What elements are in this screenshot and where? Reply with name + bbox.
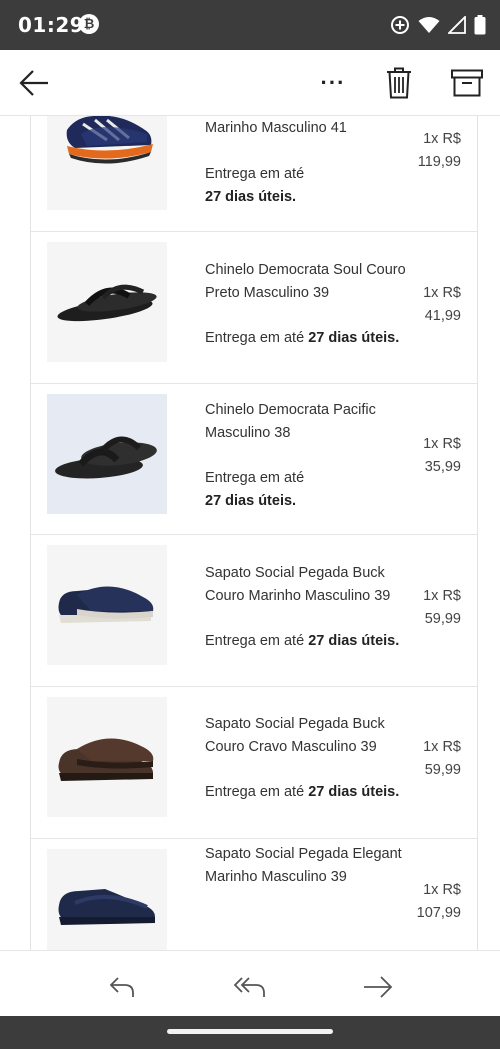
bottom-action-bar	[0, 950, 500, 1016]
delivery-days: 27 dias úteis.	[308, 784, 400, 800]
product-price: 1x R$ 119,99	[401, 128, 461, 174]
delivery-info: Entrega em até 27 dias úteis.	[205, 163, 315, 209]
product-image	[47, 849, 167, 950]
product-price: 1x R$ 59,99	[401, 585, 461, 631]
order-item: Sapato Social Pegada Elegant Marinho Mas…	[31, 839, 477, 950]
product-image	[47, 242, 167, 362]
order-item: Sapato Social Pegada Buck Couro Marinho …	[31, 535, 477, 687]
more-icon: ···	[320, 70, 346, 95]
forward-icon	[364, 976, 393, 998]
delivery-prefix: Entrega em até	[205, 470, 305, 486]
quantity-label: 1x R$	[423, 285, 461, 301]
status-bar: 01:29 ₿	[0, 0, 500, 50]
product-image	[47, 697, 167, 817]
delivery-days: 27 dias úteis.	[308, 633, 400, 649]
delivery-prefix: Entrega em até	[205, 166, 305, 182]
quantity-label: 1x R$	[423, 588, 461, 604]
product-name: Chinelo Democrata Pacific Masculino 38	[205, 402, 376, 441]
price-value: 59,99	[424, 762, 461, 778]
product-price: 1x R$ 59,99	[401, 736, 461, 782]
delivery-days: 27 dias úteis.	[308, 330, 400, 346]
add-circle-icon	[391, 16, 409, 34]
more-button[interactable]: ···	[308, 50, 358, 116]
delivery-prefix: Entrega em até	[205, 784, 305, 800]
signal-icon	[448, 16, 466, 34]
black-sandal-image	[47, 242, 167, 362]
app-bar: ···	[0, 50, 500, 116]
delivery-info: Entrega em até 27 dias úteis.	[205, 781, 420, 804]
delete-button[interactable]	[376, 50, 422, 116]
email-content[interactable]: Marinho Masculino 41 1x R$ 119,99 Entreg…	[0, 116, 500, 950]
product-name: Sapato Social Pegada Buck Couro Marinho …	[205, 565, 391, 604]
delivery-info: Entrega em até 27 dias úteis.	[205, 630, 420, 653]
crypto-badge-icon: ₿	[79, 14, 99, 34]
product-image	[47, 116, 167, 210]
running-shoe-image	[47, 116, 167, 210]
order-item: Marinho Masculino 41 1x R$ 119,99 Entreg…	[31, 116, 477, 232]
product-price: 1x R$ 107,99	[401, 879, 461, 925]
price-value: 107,99	[416, 905, 461, 921]
product-name: Marinho Masculino 41	[205, 120, 347, 136]
price-value: 35,99	[424, 459, 461, 475]
price-value: 59,99	[424, 611, 461, 627]
quantity-label: 1x R$	[423, 739, 461, 755]
status-time: 01:29	[18, 13, 85, 37]
product-price: 1x R$ 35,99	[401, 433, 461, 479]
quantity-label: 1x R$	[423, 436, 461, 452]
trash-icon	[387, 67, 411, 99]
reply-all-button[interactable]	[230, 967, 270, 1007]
back-arrow-icon	[19, 70, 48, 96]
product-image	[47, 394, 167, 514]
order-item: Chinelo Democrata Soul Couro Preto Mascu…	[31, 232, 477, 384]
wifi-icon	[418, 17, 440, 33]
delivery-days: 27 dias úteis.	[205, 493, 297, 509]
price-value: 119,99	[417, 154, 461, 170]
reply-button[interactable]	[102, 967, 142, 1007]
quantity-label: 1x R$	[423, 131, 461, 147]
product-price: 1x R$ 41,99	[401, 282, 461, 328]
product-name: Sapato Social Pegada Elegant Marinho Mas…	[205, 846, 402, 885]
dark-sandal-image	[47, 394, 167, 514]
product-name: Chinelo Democrata Soul Couro Preto Mascu…	[205, 262, 406, 301]
navy-derby-image	[47, 545, 167, 665]
delivery-prefix: Entrega em até	[205, 633, 305, 649]
quantity-label: 1x R$	[423, 882, 461, 898]
delivery-info: Entrega em até 27 dias úteis.	[205, 467, 315, 513]
brown-derby-image	[47, 697, 167, 817]
order-item: Chinelo Democrata Pacific Masculino 38 1…	[31, 384, 477, 535]
delivery-prefix: Entrega em até	[205, 330, 305, 346]
delivery-days: 27 dias úteis.	[205, 189, 297, 205]
delivery-info: Entrega em até 27 dias úteis.	[205, 327, 420, 350]
order-item: Sapato Social Pegada Buck Couro Cravo Ma…	[31, 687, 477, 839]
archive-icon	[451, 69, 483, 97]
reply-icon	[109, 977, 134, 997]
order-items-list: Marinho Masculino 41 1x R$ 119,99 Entreg…	[30, 116, 478, 950]
status-icons	[390, 14, 486, 36]
product-name: Sapato Social Pegada Buck Couro Cravo Ma…	[205, 716, 385, 755]
navy-loafer-image	[47, 849, 167, 950]
forward-button[interactable]	[358, 967, 398, 1007]
product-image	[47, 545, 167, 665]
back-button[interactable]	[10, 50, 58, 116]
home-gesture-handle[interactable]	[167, 1029, 333, 1034]
price-value: 41,99	[424, 308, 461, 324]
reply-all-icon	[234, 977, 265, 997]
archive-button[interactable]	[444, 50, 490, 116]
system-nav-bar	[0, 1016, 500, 1049]
battery-icon	[474, 15, 486, 35]
